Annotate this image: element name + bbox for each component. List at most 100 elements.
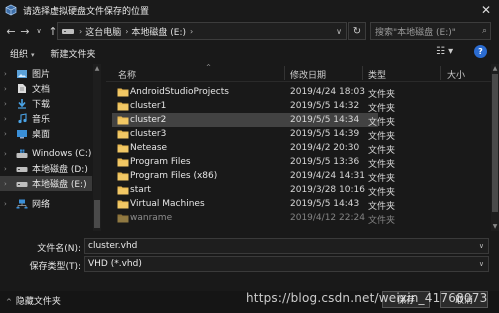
expand-chevron-icon[interactable]: › (4, 150, 14, 158)
recent-locations-icon[interactable]: ∨ (32, 21, 46, 41)
file-name: start (130, 185, 151, 195)
folder-icon (117, 158, 129, 167)
back-arrow-icon[interactable]: ← (4, 21, 18, 41)
forward-arrow-icon[interactable]: → (18, 21, 32, 41)
folder-icon (117, 116, 129, 125)
file-row[interactable]: start 2019/3/28 10:16 文件夹 (112, 183, 395, 198)
navigation-bar: ← → ∨ ↑ › 这台电脑 › 本地磁盘 (E:) › ∨ ↻ 搜索"本地磁盘… (0, 20, 499, 42)
column-divider[interactable] (284, 66, 285, 80)
file-row-selected[interactable]: cluster2 2019/5/5 14:34 文件夹 (112, 113, 395, 128)
file-row[interactable]: Program Files 2019/5/5 13:36 文件夹 (112, 155, 395, 170)
sidebar-item-label: 网络 (32, 200, 51, 210)
folder-icon (117, 102, 129, 111)
file-date: 2019/5/5 14:43 (290, 199, 360, 209)
sidebar-item-drive-d[interactable]: › 本地磁盘 (D:) (0, 161, 92, 176)
folder-icon (117, 200, 129, 209)
filename-label: 文件名(N): (37, 244, 81, 254)
filename-field[interactable]: cluster.vhd ∨ (84, 238, 489, 254)
sidebar-item-label: 下载 (32, 100, 51, 110)
breadcrumb-drive-e[interactable]: 本地磁盘 (E:) (131, 25, 186, 38)
expand-chevron-icon[interactable]: › (4, 165, 14, 173)
folder-icon (117, 214, 129, 223)
column-divider[interactable] (440, 66, 441, 80)
scrollbar-thumb[interactable] (492, 74, 498, 212)
documents-icon (16, 83, 28, 94)
expand-chevron-icon[interactable]: › (4, 70, 14, 78)
file-date: 2019/4/2 20:30 (290, 143, 360, 153)
expand-chevron-icon[interactable]: › (4, 180, 14, 188)
sidebar-item-label: 桌面 (32, 130, 51, 140)
file-name: cluster3 (130, 129, 167, 139)
address-bar[interactable]: › 这台电脑 › 本地磁盘 (E:) › ∨ (57, 22, 347, 40)
expand-chevron-icon[interactable]: › (4, 100, 14, 108)
breadcrumb-this-pc[interactable]: 这台电脑 (85, 25, 121, 38)
sidebar-item-drive-e[interactable]: › 本地磁盘 (E:) (0, 176, 92, 191)
sidebar-item-documents[interactable]: › 文档 (0, 81, 92, 96)
sidebar-item-pictures[interactable]: › 图片 (0, 66, 92, 81)
pictures-icon (16, 68, 28, 79)
expand-chevron-icon[interactable]: › (4, 85, 14, 93)
scroll-down-icon[interactable]: ▼ (491, 223, 499, 230)
filetype-row: 保存类型(T): VHD (*.vhd) ∨ (0, 256, 499, 272)
search-placeholder: 搜索"本地磁盘 (E:)" (375, 27, 456, 38)
scrollbar-thumb[interactable] (94, 200, 100, 228)
hide-folders-label: 隐藏文件夹 (15, 297, 61, 307)
command-toolbar: 组织 ▾ 新建文件夹 ☷ ▾ ? (0, 42, 499, 64)
search-icon: ⌕ (481, 26, 487, 36)
file-row[interactable]: Virtual Machines 2019/5/5 14:43 文件夹 (112, 197, 395, 212)
filetype-select[interactable]: VHD (*.vhd) ∨ (84, 256, 489, 272)
hide-folders-toggle[interactable]: ^ 隐藏文件夹 (6, 294, 61, 307)
view-options-icon[interactable]: ☷ ▾ (436, 46, 453, 57)
folder-icon (117, 88, 129, 97)
breadcrumb-separator: › (79, 26, 83, 36)
file-date: 2019/4/24 18:03 (290, 87, 365, 97)
file-name: Program Files (130, 157, 191, 167)
file-row[interactable]: AndroidStudioProjects 2019/4/24 18:03 文件… (112, 85, 395, 100)
windows-drive-icon (16, 148, 28, 159)
file-list-scrollbar[interactable]: ▲ ▼ (491, 64, 499, 231)
sidebar-item-music[interactable]: › 音乐 (0, 111, 92, 126)
column-header-type[interactable]: 类型 (368, 68, 386, 81)
scroll-up-icon[interactable]: ▲ (491, 65, 499, 72)
drive-icon (16, 163, 28, 174)
folder-icon (117, 186, 129, 195)
search-input[interactable]: 搜索"本地磁盘 (E:)" ⌕ (370, 22, 491, 40)
sidebar-item-desktop[interactable]: › 桌面 (0, 126, 92, 141)
caret-down-icon: ▾ (31, 50, 35, 59)
breadcrumb-separator: › (125, 26, 129, 36)
refresh-icon[interactable]: ↻ (348, 22, 366, 40)
new-folder-button[interactable]: 新建文件夹 (51, 47, 96, 60)
scroll-up-icon[interactable]: ▲ (93, 65, 101, 72)
file-row[interactable]: cluster3 2019/5/5 14:39 文件夹 (112, 127, 395, 142)
file-date: 2019/4/12 22:24 (290, 213, 365, 223)
chevron-down-icon[interactable]: ∨ (479, 260, 484, 268)
filename-row: 文件名(N): cluster.vhd ∨ (0, 238, 499, 254)
file-list-header: ^ 名称 修改日期 类型 大小 (106, 64, 491, 82)
column-header-name[interactable]: 名称 (118, 68, 136, 81)
file-name: wanrame (130, 213, 173, 223)
chevron-down-icon[interactable]: ∨ (479, 242, 484, 250)
sidebar-item-network[interactable]: › 网络 (0, 196, 92, 211)
column-divider[interactable] (362, 66, 363, 80)
close-icon[interactable]: ✕ (473, 0, 499, 20)
filetype-label: 保存类型(T): (29, 262, 81, 272)
chevron-down-icon[interactable]: ∨ (336, 27, 342, 36)
sidebar-item-label: 本地磁盘 (E:) (32, 180, 87, 190)
organize-button[interactable]: 组织 ▾ (10, 47, 35, 60)
expand-chevron-icon[interactable]: › (4, 115, 14, 123)
column-header-date[interactable]: 修改日期 (290, 68, 326, 81)
sidebar-scrollbar[interactable]: ▲ (93, 64, 101, 231)
help-icon[interactable]: ? (474, 45, 487, 58)
file-row-partial[interactable]: wanrame 2019/4/12 22:24 文件夹 (112, 211, 395, 226)
sort-indicator-icon: ^ (206, 64, 212, 71)
file-row[interactable]: Program Files (x86) 2019/4/24 14:31 文件夹 (112, 169, 395, 184)
file-row[interactable]: Netease 2019/4/2 20:30 文件夹 (112, 141, 395, 156)
expand-chevron-icon[interactable]: › (4, 200, 14, 208)
file-row[interactable]: cluster1 2019/5/5 14:32 文件夹 (112, 99, 395, 114)
column-header-size[interactable]: 大小 (447, 68, 465, 81)
save-form: 文件名(N): cluster.vhd ∨ 保存类型(T): VHD (*.vh… (0, 231, 499, 291)
sidebar-item-downloads[interactable]: › 下载 (0, 96, 92, 111)
sidebar-item-windows-c[interactable]: › Windows (C:) (0, 146, 92, 161)
expand-chevron-icon[interactable]: › (4, 130, 14, 138)
file-date: 2019/4/24 14:31 (290, 171, 365, 181)
